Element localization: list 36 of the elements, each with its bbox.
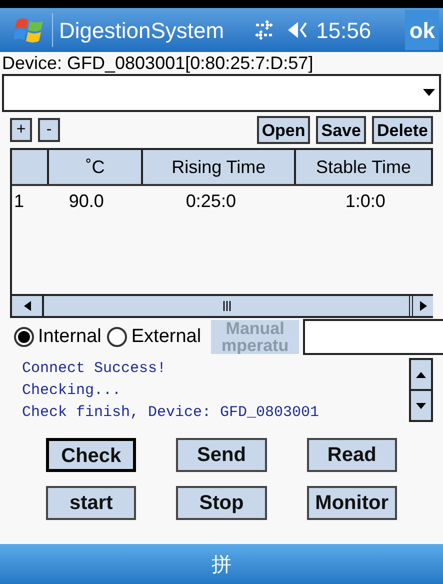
action-button[interactable]: Send: [176, 438, 267, 472]
temperature-input-field[interactable]: [303, 319, 443, 355]
device-label: Device: GFD_0803001[0:80:25:7:D:57]: [1, 52, 314, 74]
up-arrow-icon[interactable]: [416, 372, 426, 378]
toolbar-button[interactable]: Save: [316, 116, 366, 144]
toolbar-button[interactable]: Open: [256, 116, 310, 144]
action-button[interactable]: Check: [46, 438, 136, 472]
horizontal-scrollbar[interactable]: [12, 294, 433, 316]
left-arrow-icon[interactable]: [24, 301, 30, 311]
action-button[interactable]: Monitor: [306, 486, 397, 520]
right-arrow-icon[interactable]: [420, 301, 426, 311]
column-header[interactable]: ˚C: [49, 150, 144, 184]
column-header[interactable]: Stable Time: [296, 150, 434, 184]
vertical-scrollbar[interactable]: [409, 358, 433, 422]
log-line: Checking...: [22, 381, 122, 401]
action-button[interactable]: Read: [306, 438, 397, 472]
log-line: Check finish, Device: GFD_0803001: [22, 403, 320, 423]
radio-button[interactable]: External: [107, 322, 202, 352]
toolbar-button[interactable]: Delete: [372, 116, 433, 144]
table-cell-text: 1:0:0: [344, 190, 386, 212]
action-button[interactable]: start: [46, 486, 136, 520]
clock-time: 15:56: [316, 16, 372, 44]
down-arrow-icon[interactable]: [416, 402, 426, 408]
small-toolbar-button[interactable]: -: [38, 118, 60, 142]
window-title: DigestionSystem: [59, 16, 224, 45]
scroll-grip-icon: [222, 301, 230, 311]
table-cell-text: 0:25:0: [184, 190, 237, 212]
row-number: 1: [13, 190, 26, 212]
device-dropdown[interactable]: [2, 74, 441, 112]
radio-button[interactable]: Internal: [14, 322, 102, 352]
log-line: Connect Success!: [22, 359, 168, 379]
small-toolbar-button[interactable]: +: [10, 118, 32, 142]
dropdown-arrow-icon: [423, 89, 435, 97]
column-header[interactable]: Rising Time: [143, 150, 296, 184]
table-cell-text: 90.0: [68, 190, 105, 212]
action-button[interactable]: Stop: [176, 486, 267, 520]
